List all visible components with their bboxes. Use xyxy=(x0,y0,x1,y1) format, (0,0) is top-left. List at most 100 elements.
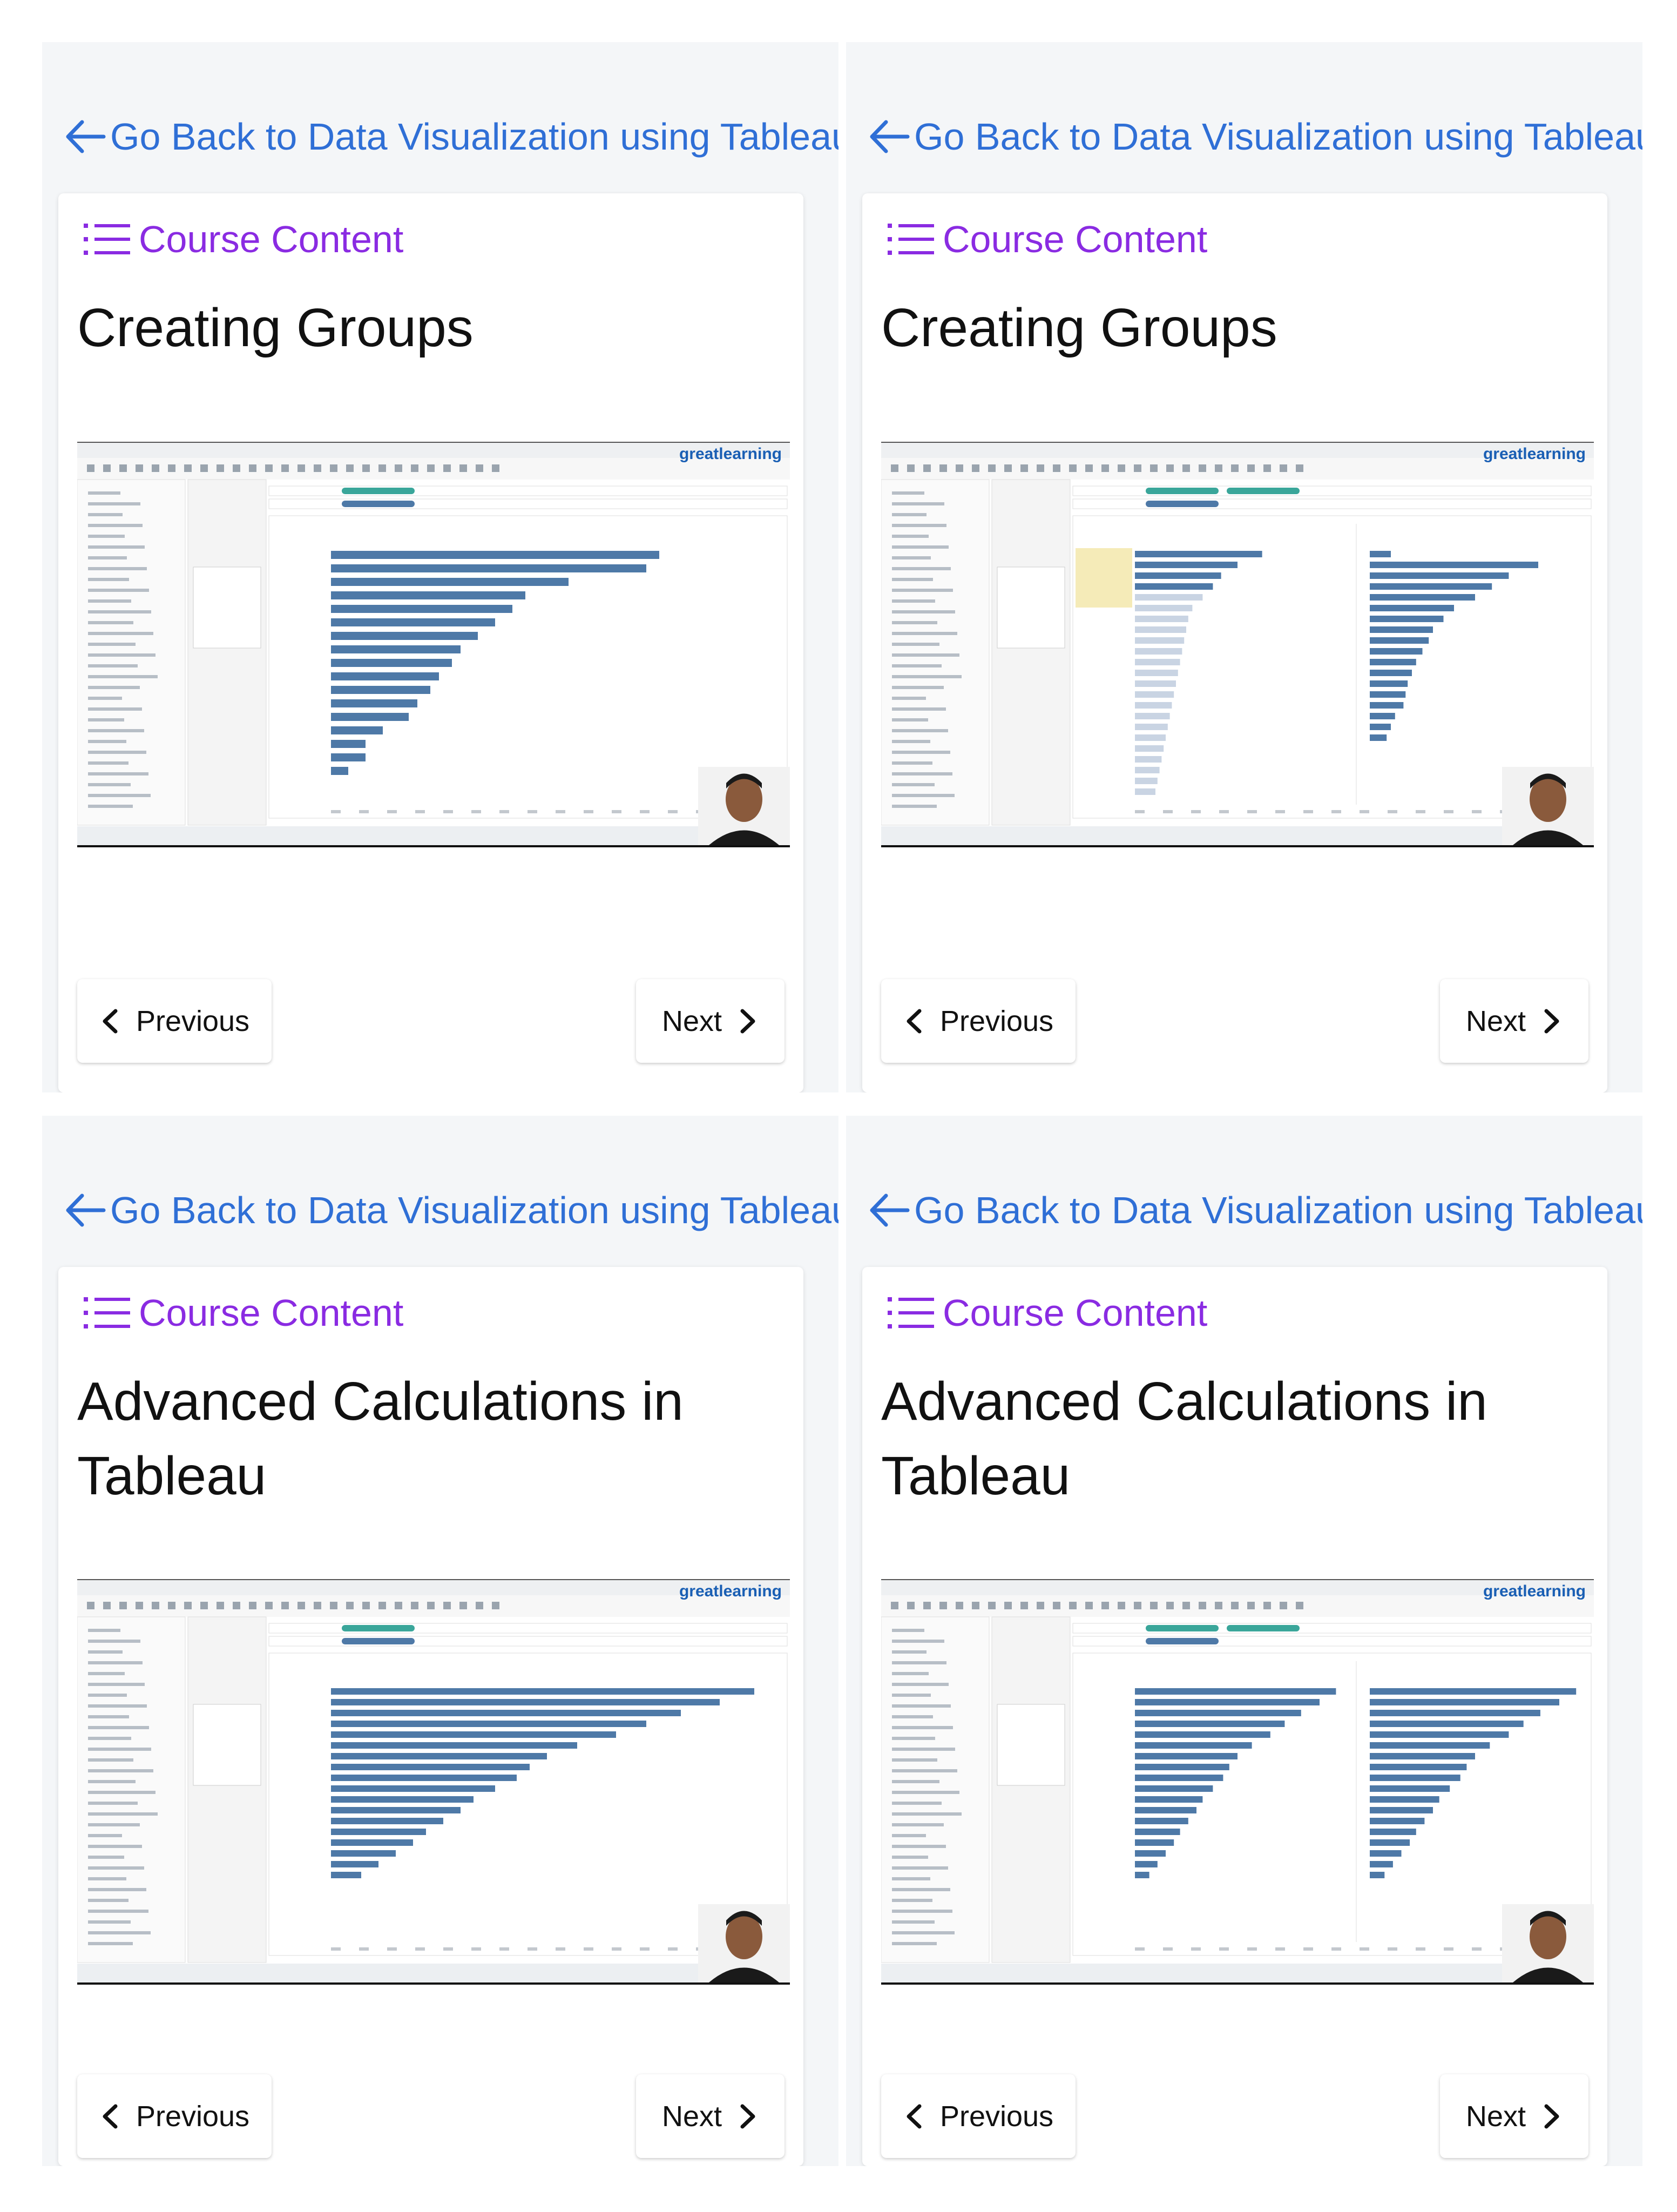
arrow-left-icon xyxy=(66,120,106,153)
previous-button[interactable]: Previous xyxy=(77,979,272,1063)
toolbar-icon xyxy=(314,464,321,472)
back-link-label: Go Back to Data Visualization using Tabl… xyxy=(110,116,838,158)
field-row xyxy=(892,1845,946,1848)
bar-mark xyxy=(1370,594,1475,601)
next-button[interactable]: Next xyxy=(636,979,785,1063)
toolbar-icon xyxy=(907,1602,915,1609)
bar-mark xyxy=(1135,1753,1238,1759)
bar-mark xyxy=(1135,1764,1229,1770)
back-to-course-link[interactable]: Go Back to Data Visualization using Tabl… xyxy=(64,1178,838,1243)
bar-mark xyxy=(1135,616,1188,622)
field-row xyxy=(88,599,131,603)
field-row xyxy=(88,545,145,549)
axis-tick xyxy=(612,810,621,813)
bar-mark xyxy=(1135,1785,1213,1792)
field-row xyxy=(88,751,146,754)
course-content-toggle[interactable]: Course Content xyxy=(83,1291,403,1334)
back-to-course-link[interactable]: Go Back to Data Visualization using Tabl… xyxy=(868,104,1642,169)
field-row xyxy=(892,729,948,732)
next-label: Next xyxy=(661,2100,722,2133)
columns-pill xyxy=(1146,488,1219,494)
field-row xyxy=(892,513,927,516)
axis-tick xyxy=(1303,810,1313,813)
axis-tick xyxy=(1472,1947,1482,1951)
axis-tick xyxy=(640,810,650,813)
previous-button[interactable]: Previous xyxy=(881,979,1076,1063)
field-row xyxy=(88,1856,124,1859)
lesson-panel-1: Go Back to Data Visualization using Tabl… xyxy=(42,42,838,1092)
toolbar-icon xyxy=(103,1602,111,1609)
course-content-label: Course Content xyxy=(139,1292,404,1334)
back-to-course-link[interactable]: Go Back to Data Visualization using Tabl… xyxy=(868,1178,1642,1243)
axis-tick xyxy=(1247,1947,1257,1951)
next-button[interactable]: Next xyxy=(1440,2074,1588,2158)
rows-pill xyxy=(342,1638,415,1644)
bar-mark xyxy=(1370,616,1444,622)
axis-tick xyxy=(1135,1947,1145,1951)
bar-mark xyxy=(331,659,452,667)
course-content-toggle[interactable]: Course Content xyxy=(887,218,1207,261)
back-to-course-link[interactable]: Go Back to Data Visualization using Tabl… xyxy=(64,104,838,169)
next-button[interactable]: Next xyxy=(1440,979,1588,1063)
toolbar-icon xyxy=(1263,1602,1271,1609)
toolbar-icon xyxy=(249,464,256,472)
field-row xyxy=(892,1726,953,1729)
highlight-band xyxy=(1076,548,1132,608)
lesson-panel-2: Go Back to Data Visualization using Tabl… xyxy=(846,42,1642,1092)
toolbar-icon xyxy=(184,1602,192,1609)
axis-tick xyxy=(1163,810,1173,813)
next-label: Next xyxy=(1465,1004,1526,1037)
bar-mark xyxy=(1135,691,1174,698)
columns-pill xyxy=(342,488,415,494)
field-row xyxy=(892,783,935,786)
chevron-left-icon xyxy=(907,2104,922,2128)
bar-mark xyxy=(1370,1775,1460,1781)
bar-mark xyxy=(331,578,569,586)
field-row xyxy=(892,761,932,765)
course-content-toggle[interactable]: Course Content xyxy=(887,1291,1207,1334)
field-row xyxy=(88,707,142,711)
field-row xyxy=(892,707,946,711)
toolbar-icon xyxy=(907,464,915,472)
toolbar-icon xyxy=(152,464,159,472)
field-row xyxy=(88,632,153,635)
lesson-video[interactable]: greatlearning xyxy=(881,1579,1594,1985)
field-row xyxy=(892,524,946,527)
bar-mark xyxy=(331,1872,361,1878)
field-row xyxy=(88,740,126,743)
toolbar-icon xyxy=(119,464,127,472)
field-row xyxy=(88,1650,123,1654)
lesson-video[interactable]: greatlearning xyxy=(77,1579,790,1985)
field-row xyxy=(88,1899,129,1902)
course-content-toggle[interactable]: Course Content xyxy=(83,218,403,261)
field-row xyxy=(892,1748,955,1751)
previous-button[interactable]: Previous xyxy=(881,2074,1076,2158)
bar-mark xyxy=(1135,767,1160,773)
toolbar-icon xyxy=(265,1602,273,1609)
bar-mark xyxy=(1370,1872,1385,1878)
toolbar-icon xyxy=(1231,464,1239,472)
lesson-video[interactable]: greatlearning xyxy=(77,442,790,847)
next-button[interactable]: Next xyxy=(636,2074,785,2158)
bar-mark xyxy=(331,1796,474,1803)
field-row xyxy=(892,1737,935,1740)
field-row xyxy=(892,653,959,657)
axis-tick xyxy=(415,810,425,813)
field-row xyxy=(88,1758,133,1762)
field-row xyxy=(88,1629,120,1632)
previous-button[interactable]: Previous xyxy=(77,2074,272,2158)
field-row xyxy=(892,675,962,678)
axis-tick xyxy=(1388,810,1397,813)
toolbar-icon xyxy=(1085,1602,1093,1609)
lesson-video[interactable]: greatlearning xyxy=(881,442,1594,847)
bar-mark xyxy=(1370,1753,1475,1759)
toolbar-icon xyxy=(1101,464,1109,472)
bar-mark xyxy=(331,726,383,734)
axis-tick xyxy=(471,1947,481,1951)
bar-mark xyxy=(1135,1818,1188,1824)
field-row xyxy=(892,1704,951,1708)
toolbar-icon xyxy=(1199,1602,1206,1609)
bar-mark xyxy=(1135,1829,1180,1835)
field-row xyxy=(892,632,957,635)
brand-logo: greatlearning xyxy=(679,1582,782,1600)
